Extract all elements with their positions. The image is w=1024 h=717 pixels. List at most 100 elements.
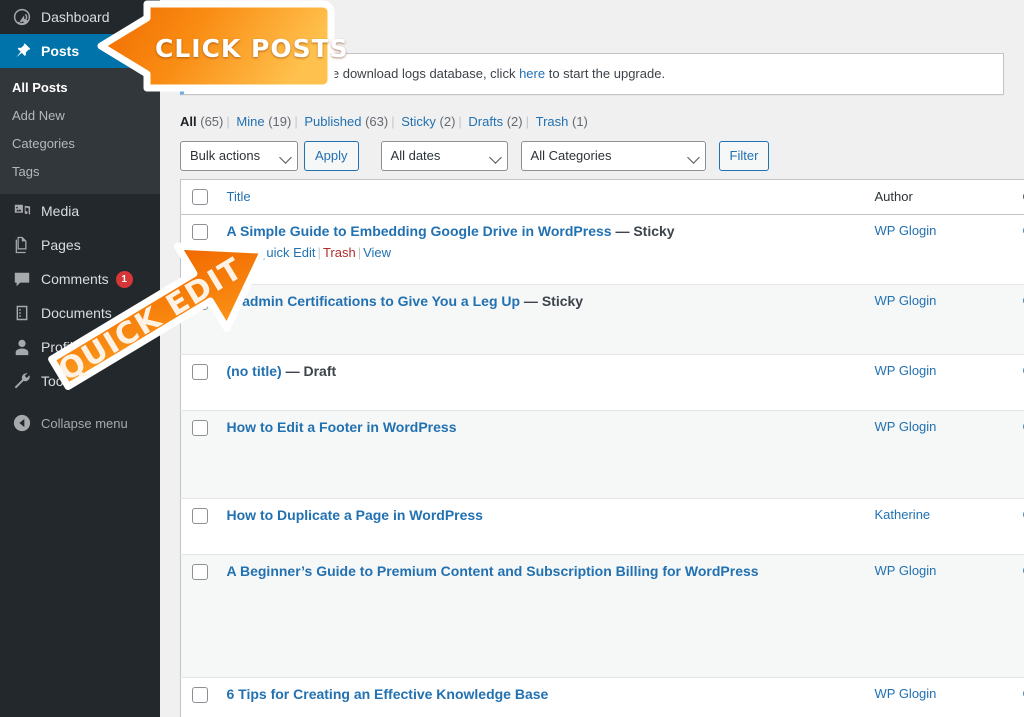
- view-mine-link[interactable]: Mine: [236, 114, 264, 129]
- post-state: — Draft: [281, 362, 337, 379]
- view-drafts: Drafts (2) |: [468, 113, 529, 129]
- add-new-button[interactable]: Add New: [246, 16, 322, 40]
- view-published: Published (63) |: [304, 113, 395, 129]
- view-published-link[interactable]: Published: [304, 114, 361, 129]
- posts-table-body: A Simple Guide to Embedding Google Drive…: [180, 213, 1024, 717]
- view-drafts-link[interactable]: Drafts: [468, 114, 503, 129]
- media-icon: [12, 201, 32, 221]
- sidebar-item-media[interactable]: Media: [0, 194, 160, 228]
- date-filter-select[interactable]: All dates: [380, 140, 508, 171]
- posts-table-head: Title Author C: [180, 179, 1024, 215]
- table-row: How to Duplicate a Page in WordPress Kat…: [180, 497, 1024, 554]
- column-header-title[interactable]: Title: [216, 179, 865, 215]
- column-header-title-link[interactable]: Title: [227, 189, 251, 204]
- view-sticky: Sticky (2) |: [401, 113, 462, 129]
- collapse-menu-button[interactable]: Collapse menu: [0, 406, 160, 440]
- row-title-cell: How to Edit a Footer in WordPress: [216, 409, 865, 498]
- chevron-down-icon: [279, 150, 292, 164]
- page-header: Posts Add New: [180, 10, 1004, 44]
- table-row: (no title) — Draft WP Glogin C: [180, 353, 1024, 410]
- sidebar-item-documents[interactable]: Documents: [0, 296, 160, 330]
- sidebar-item-label: Tools: [41, 373, 74, 389]
- sidebar-item-tools[interactable]: Tools: [0, 364, 160, 398]
- submenu-item-categories[interactable]: Categories: [0, 130, 160, 158]
- row-categories-cell: C: [1012, 409, 1024, 498]
- row-checkbox[interactable]: [192, 563, 208, 580]
- row-checkbox[interactable]: [192, 363, 208, 380]
- submenu-item-tags[interactable]: Tags: [0, 158, 160, 186]
- user-icon: [12, 337, 32, 357]
- trash-link[interactable]: Trash: [323, 245, 356, 260]
- sidebar-item-label: Comments: [41, 271, 109, 287]
- table-header-row: Title Author C: [180, 179, 1024, 215]
- column-header-categories: C: [1012, 179, 1024, 215]
- sidebar-item-posts[interactable]: Posts: [0, 34, 160, 68]
- row-select-cell: [180, 553, 217, 677]
- filter-button[interactable]: Filter: [718, 140, 770, 171]
- author-link[interactable]: WP Glogin: [875, 563, 937, 578]
- view-all-link[interactable]: All: [180, 114, 197, 129]
- row-checkbox[interactable]: [192, 419, 208, 436]
- post-title-link[interactable]: (no title): [227, 363, 282, 379]
- row-categories-cell: C: [1012, 283, 1024, 354]
- row-select-cell: [180, 353, 217, 410]
- post-title-link[interactable]: A Beginner’s Guide to Premium Content an…: [227, 563, 759, 579]
- row-title-cell: A Simple Guide to Embedding Google Drive…: [216, 213, 865, 284]
- sidebar-item-label: Documents: [41, 305, 112, 321]
- admin-sidebar: Dashboard Posts All Posts Add New Catego…: [0, 0, 160, 717]
- date-filter-value: All dates: [390, 148, 441, 163]
- row-select-cell: [180, 497, 217, 554]
- row-categories-cell: C: [1012, 353, 1024, 410]
- sidebar-item-dashboard[interactable]: Dashboard: [0, 0, 160, 34]
- view-link[interactable]: View: [363, 245, 391, 260]
- view-sticky-link[interactable]: Sticky: [401, 114, 436, 129]
- row-select-cell: [180, 283, 217, 354]
- sidebar-item-label: Posts: [41, 43, 80, 59]
- view-published-count: (63): [365, 113, 389, 129]
- row-checkbox[interactable]: [192, 507, 208, 524]
- sidebar-item-label: Profile: [41, 339, 81, 355]
- bulk-actions-select[interactable]: Bulk actions: [180, 140, 298, 171]
- sidebar-item-profile[interactable]: Profile: [0, 330, 160, 364]
- row-author-cell: WP Glogin: [864, 213, 1013, 284]
- view-trash-count: (1): [572, 113, 588, 129]
- sidebar-item-pages[interactable]: Pages: [0, 228, 160, 262]
- row-checkbox[interactable]: [192, 686, 208, 703]
- view-sticky-count: (2): [439, 113, 456, 129]
- row-select-cell: [180, 676, 217, 717]
- notice-here-link[interactable]: here: [519, 66, 545, 81]
- dashboard-icon: [12, 7, 32, 27]
- author-link[interactable]: WP Glogin: [875, 419, 937, 434]
- post-title-link[interactable]: How to Edit a Footer in WordPress: [227, 419, 457, 435]
- row-author-cell: WP Glogin: [864, 553, 1013, 677]
- row-title-cell: ysadmin Certifications to Give You a Leg…: [216, 283, 865, 354]
- table-row: How to Edit a Footer in WordPress WP Glo…: [180, 409, 1024, 498]
- post-title-link[interactable]: A Simple Guide to Embedding Google Drive…: [227, 223, 612, 239]
- submenu-item-add-new[interactable]: Add New: [0, 102, 160, 130]
- notice-text-before: needs to upgrade the file download logs …: [196, 66, 520, 81]
- row-title-cell: 6 Tips for Creating an Effective Knowled…: [216, 676, 865, 717]
- pin-icon: [12, 41, 32, 61]
- author-link[interactable]: WP Glogin: [875, 293, 937, 308]
- wrench-icon: [12, 371, 32, 391]
- author-link[interactable]: WP Glogin: [875, 363, 937, 378]
- row-checkbox[interactable]: [192, 223, 208, 240]
- category-filter-select[interactable]: All Categories: [520, 140, 706, 171]
- quick-edit-link[interactable]: Quick Edit: [256, 245, 315, 260]
- author-link[interactable]: Katherine: [875, 507, 931, 522]
- author-link[interactable]: WP Glogin: [875, 686, 937, 701]
- author-link[interactable]: WP Glogin: [875, 223, 937, 238]
- table-row: A Beginner’s Guide to Premium Content an…: [180, 553, 1024, 677]
- apply-button[interactable]: Apply: [304, 140, 359, 171]
- view-trash-link[interactable]: Trash: [536, 114, 569, 129]
- table-nav-top: Bulk actions Apply All dates All Categor…: [180, 140, 1004, 171]
- select-all-checkbox[interactable]: [192, 189, 208, 205]
- edit-link[interactable]: Edit: [227, 245, 249, 260]
- sidebar-item-comments[interactable]: Comments 1: [0, 262, 160, 296]
- row-author-cell: WP Glogin: [864, 409, 1013, 498]
- post-title-link[interactable]: ysadmin Certifications to Give You a Leg…: [227, 293, 521, 309]
- post-title-link[interactable]: How to Duplicate a Page in WordPress: [227, 507, 483, 523]
- submenu-item-all-posts[interactable]: All Posts: [0, 74, 160, 102]
- row-checkbox[interactable]: [192, 293, 208, 310]
- post-title-link[interactable]: 6 Tips for Creating an Effective Knowled…: [227, 686, 549, 702]
